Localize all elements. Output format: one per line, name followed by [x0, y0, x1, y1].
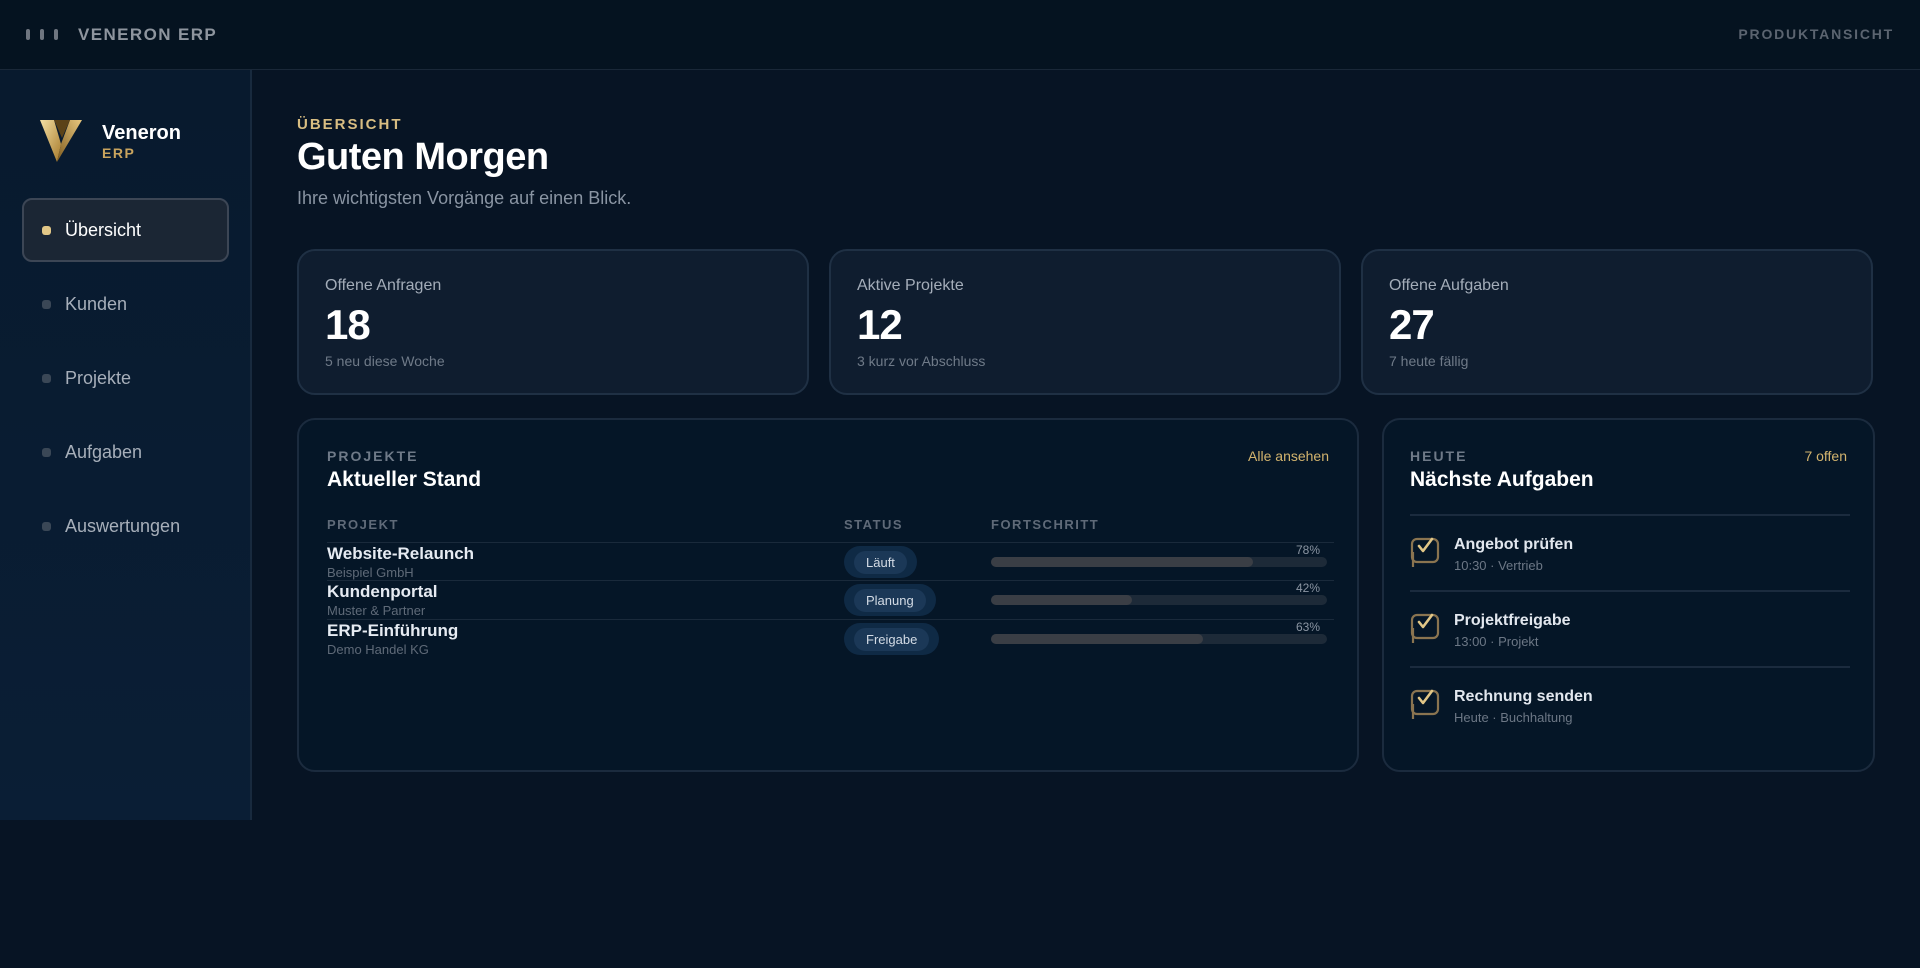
veneron-logo-icon [40, 120, 82, 162]
progress-percent: 42% [1295, 581, 1320, 595]
sidebar-item-label: Aufgaben [65, 441, 143, 462]
panel-title: Nächste Aufgaben [1410, 468, 1594, 491]
page-title: Guten Morgen [297, 136, 549, 178]
status-label: Planung [854, 588, 926, 612]
sidebar-item-aufgaben[interactable]: Aufgaben [22, 420, 229, 484]
bullet-icon [42, 521, 51, 531]
projects-panel: PROJEKTE Aktueller Stand Alle ansehen PR… [297, 418, 1359, 772]
sidebar-item-label: Projekte [65, 367, 132, 388]
sidebar-item-uebersicht[interactable]: Übersicht [22, 198, 229, 262]
bullet-icon [42, 373, 51, 383]
panel-eyebrow: HEUTE [1410, 448, 1468, 464]
table-row[interactable]: Kundenportal Muster & Partner Planung 42… [327, 580, 1334, 618]
product-view-label: PRODUKTANSICHT [1738, 26, 1894, 42]
task-meta: 10:30 · Vertrieb [1454, 558, 1543, 573]
task-item[interactable]: Rechnung senden Heute · Buchhaltung [1410, 666, 1850, 742]
status-badge: Freigabe [844, 623, 940, 655]
progress-fill [991, 557, 1254, 567]
sidebar-item-projekte[interactable]: Projekte [22, 346, 229, 410]
status-badge: Läuft [844, 546, 917, 578]
bullet-icon [42, 447, 51, 457]
task-check-icon [1410, 537, 1440, 567]
view-all-link[interactable]: Alle ansehen [1248, 448, 1329, 464]
task-meta: Heute · Buchhaltung [1454, 710, 1573, 725]
stat-label: Offene Anfragen [325, 277, 442, 294]
task-item[interactable]: Angebot prüfen 10:30 · Vertrieb [1410, 514, 1850, 590]
column-header-progress: FORTSCHRITT [991, 517, 1100, 532]
bullet-icon [42, 225, 51, 235]
project-client: Beispiel GmbH [327, 565, 414, 580]
task-title: Rechnung senden [1454, 688, 1593, 705]
brand-subtitle: ERP [102, 145, 136, 161]
stat-note: 7 heute fällig [1389, 353, 1469, 369]
task-item[interactable]: Projektfreigabe 13:00 · Projekt [1410, 590, 1850, 666]
progress-percent: 78% [1295, 543, 1320, 557]
project-name: Kundenportal [327, 582, 438, 601]
progress-percent: 63% [1295, 620, 1320, 634]
brand: Veneron ERP [40, 118, 181, 164]
stat-label: Offene Aufgaben [1389, 277, 1509, 294]
project-name: Website-Relaunch [327, 544, 475, 563]
menu-dots-icon[interactable] [26, 29, 58, 40]
stat-label: Aktive Projekte [857, 277, 964, 294]
app-title: VENERON ERP [78, 24, 218, 44]
progress-fill [991, 595, 1133, 605]
sidebar-item-auswertungen[interactable]: Auswertungen [22, 494, 229, 558]
project-name: ERP-Einführung [327, 621, 459, 640]
stat-card-open-requests[interactable]: Offene Anfragen 18 5 neu diese Woche [297, 249, 809, 395]
sidebar-item-label: Übersicht [65, 219, 142, 240]
project-client: Muster & Partner [327, 603, 426, 618]
sidebar-item-label: Kunden [65, 293, 128, 314]
sidebar-item-label: Auswertungen [65, 515, 181, 536]
stat-card-active-projects[interactable]: Aktive Projekte 12 3 kurz vor Abschluss [829, 249, 1341, 395]
stat-card-open-tasks[interactable]: Offene Aufgaben 27 7 heute fällig [1361, 249, 1873, 395]
top-bar: VENERON ERP PRODUKTANSICHT [0, 0, 1920, 70]
task-title: Projektfreigabe [1454, 612, 1571, 629]
task-check-icon [1410, 689, 1440, 719]
task-check-icon [1410, 613, 1440, 643]
sidebar-item-kunden[interactable]: Kunden [22, 272, 229, 336]
sidebar: Veneron ERP Übersicht Kunden Projekte Au… [0, 70, 252, 820]
progress-bar: 42% [991, 581, 1327, 605]
table-row[interactable]: ERP-Einführung Demo Handel KG Freigabe 6… [327, 619, 1334, 657]
table-row[interactable]: Website-Relaunch Beispiel GmbH Läuft 78% [327, 542, 1334, 580]
today-panel: HEUTE Nächste Aufgaben 7 offen Angebot p… [1382, 418, 1875, 772]
panel-title: Aktueller Stand [327, 468, 482, 491]
progress-bar: 78% [991, 543, 1327, 567]
brand-name: Veneron [102, 122, 181, 144]
stat-note: 3 kurz vor Abschluss [857, 353, 986, 369]
panel-eyebrow: PROJEKTE [327, 448, 419, 464]
task-meta: 13:00 · Projekt [1454, 634, 1539, 649]
progress-bar: 63% [991, 620, 1327, 644]
open-count-badge[interactable]: 7 offen [1804, 448, 1847, 464]
stat-note: 5 neu diese Woche [325, 353, 445, 369]
bullet-icon [42, 299, 51, 309]
status-badge: Planung [844, 584, 936, 616]
status-label: Freigabe [854, 627, 930, 651]
project-client: Demo Handel KG [327, 642, 429, 657]
sidebar-nav: Übersicht Kunden Projekte Aufgaben Auswe… [22, 198, 229, 568]
column-header-project: PROJEKT [327, 517, 399, 532]
page-eyebrow: ÜBERSICHT [297, 116, 403, 133]
status-label: Läuft [854, 550, 907, 574]
page-subtitle: Ihre wichtigsten Vorgänge auf einen Blic… [297, 188, 632, 208]
stat-value: 27 [1389, 301, 1435, 348]
progress-fill [991, 634, 1203, 644]
stat-value: 12 [857, 301, 903, 348]
main-content: ÜBERSICHT Guten Morgen Ihre wichtigsten … [252, 70, 1920, 968]
task-title: Angebot prüfen [1454, 536, 1574, 553]
column-header-status: STATUS [844, 517, 904, 532]
stat-value: 18 [325, 301, 371, 348]
